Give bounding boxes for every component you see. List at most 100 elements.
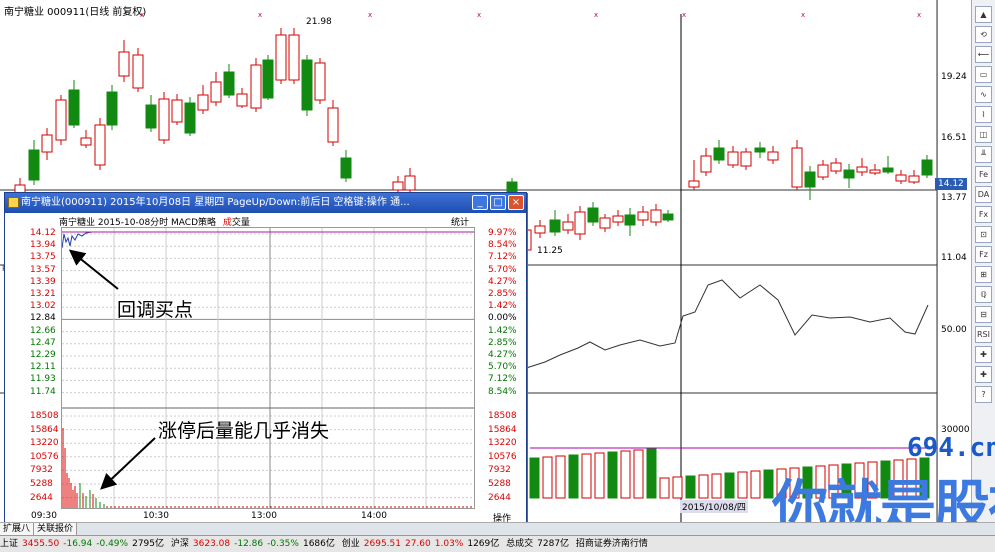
intraday-chart[interactable] bbox=[61, 227, 475, 509]
pct-tick-label: 8.54% bbox=[488, 386, 517, 397]
pct-tick-label: 5.70% bbox=[488, 264, 517, 275]
time-tick-label: 10:30 bbox=[143, 511, 169, 521]
candle-body bbox=[624, 214, 636, 226]
low-price-label: 11.25 bbox=[537, 246, 563, 256]
marker-x: x bbox=[594, 11, 598, 19]
candle-body bbox=[158, 98, 170, 141]
price-axis-label: 19.24 bbox=[941, 72, 967, 82]
high-price-label: 21.98 bbox=[306, 17, 332, 27]
volume-bar bbox=[529, 457, 540, 499]
candle-body bbox=[908, 175, 920, 183]
toolbar-button[interactable]: ✚ bbox=[975, 346, 992, 363]
toolbar-button[interactable]: ✚ bbox=[975, 366, 992, 383]
bottom-tab[interactable]: 关联报价 bbox=[34, 523, 78, 535]
intraday-popup[interactable]: 南宁糖业(000911) 2015年10月08日 星期四 PageUp/Down… bbox=[4, 192, 527, 524]
volume-bar bbox=[659, 477, 670, 499]
candle-body bbox=[250, 64, 262, 109]
hs-amount: 1686亿 bbox=[302, 539, 335, 549]
marker-x: x bbox=[368, 11, 372, 19]
pct-tick-label: 5.70% bbox=[488, 362, 517, 373]
toolbar-button[interactable]: Fz bbox=[975, 246, 992, 263]
volume-tick-label: 10576 bbox=[30, 451, 59, 462]
toolbar-button[interactable]: ⟲ bbox=[975, 26, 992, 43]
candle-body bbox=[184, 102, 196, 134]
toolbar-button[interactable]: ⊞ bbox=[975, 266, 992, 283]
toolbar-button[interactable]: Fe bbox=[975, 166, 992, 183]
candle-body bbox=[869, 169, 881, 174]
price-tick-label: 12.47 bbox=[30, 337, 56, 348]
toolbar-button[interactable]: ◫ bbox=[975, 126, 992, 143]
candle-body bbox=[55, 99, 67, 141]
candle-body bbox=[404, 175, 416, 191]
volume-bar bbox=[581, 453, 592, 499]
candle-body bbox=[830, 162, 842, 172]
volume-bar bbox=[750, 470, 761, 499]
price-tick-label: 14.12 bbox=[30, 228, 56, 238]
toolbar-button[interactable]: ⊡ bbox=[975, 226, 992, 243]
toolbar-button[interactable]: ℚ bbox=[975, 286, 992, 303]
minimize-button[interactable]: _ bbox=[472, 195, 488, 210]
time-tick-label: 13:00 bbox=[251, 511, 277, 521]
bottom-tab[interactable]: 扩展八 bbox=[0, 523, 35, 535]
toolbar-button[interactable]: ? bbox=[975, 386, 992, 403]
candle-body bbox=[41, 134, 53, 153]
toolbar-button[interactable]: DA bbox=[975, 186, 992, 203]
toolbar-button[interactable]: ⊟ bbox=[975, 306, 992, 323]
marker-x: x bbox=[477, 11, 481, 19]
pct-tick-label: 4.27% bbox=[488, 350, 517, 360]
close-button[interactable]: × bbox=[508, 195, 524, 210]
pullback-annotation: 回调买点 bbox=[117, 299, 194, 321]
volume-bar bbox=[594, 452, 605, 499]
intraday-svg bbox=[61, 228, 474, 508]
price-axis-label: 16.51 bbox=[941, 133, 967, 143]
candle-body bbox=[791, 147, 803, 188]
current-price-tag: 14.12 bbox=[935, 178, 967, 190]
volume-bar bbox=[685, 475, 696, 499]
marker-x: x bbox=[258, 11, 262, 19]
candle-body bbox=[132, 54, 144, 89]
candle-body bbox=[171, 99, 183, 123]
candle-body bbox=[145, 104, 157, 129]
toolbar-button[interactable]: ⟵ bbox=[975, 46, 992, 63]
price-tick-label: 12.11 bbox=[30, 362, 56, 373]
candle-body bbox=[713, 147, 725, 161]
toolbar-button[interactable]: ∿ bbox=[975, 86, 992, 103]
candle-body bbox=[262, 59, 274, 99]
candle-body bbox=[817, 164, 829, 178]
candle-body bbox=[314, 62, 326, 101]
volume-tick-label-right: 13220 bbox=[488, 438, 517, 449]
toolbar-button[interactable]: RSI bbox=[975, 326, 992, 343]
volume-bar bbox=[568, 454, 579, 499]
candle-body bbox=[767, 151, 779, 161]
toolbar-button[interactable]: ▭ bbox=[975, 66, 992, 83]
popup-header: 南宁糖业 2015-10-08分时 MACD策略 成交量 统计 bbox=[13, 215, 519, 228]
candle-body bbox=[275, 34, 287, 81]
volume-tick-label-right: 5288 bbox=[488, 479, 511, 489]
volume-bar bbox=[737, 471, 748, 499]
candle-body bbox=[340, 157, 352, 179]
candle-body bbox=[80, 137, 92, 146]
candle-body bbox=[700, 155, 712, 173]
volume-bar bbox=[646, 448, 657, 499]
candle-body bbox=[637, 211, 649, 221]
time-tick-label: 14:00 bbox=[361, 511, 387, 521]
volume-bar bbox=[698, 474, 709, 499]
price-tick-label: 11.93 bbox=[30, 374, 56, 385]
hs-change: -12.86 bbox=[234, 539, 264, 549]
toolbar-button[interactable]: ▲ bbox=[975, 6, 992, 23]
sh-change: -16.94 bbox=[63, 539, 93, 549]
toolbar-button[interactable]: Fx bbox=[975, 206, 992, 223]
candle-body bbox=[118, 51, 130, 77]
maximize-button[interactable]: □ bbox=[490, 195, 506, 210]
pct-tick-label: 8.54% bbox=[488, 240, 517, 251]
zs-amount: 7287亿 bbox=[537, 539, 570, 549]
volume-bar bbox=[607, 451, 618, 499]
price-tick-label: 13.02 bbox=[30, 301, 56, 312]
volume-tick-label-right: 7932 bbox=[488, 465, 511, 476]
volume-tick-label: 13220 bbox=[30, 438, 59, 449]
toolbar-button[interactable]: ⌇ bbox=[975, 106, 992, 123]
popup-titlebar[interactable]: 南宁糖业(000911) 2015年10月08日 星期四 PageUp/Down… bbox=[5, 193, 526, 213]
toolbar-button[interactable]: ╨ bbox=[975, 146, 992, 163]
hs-label: 沪深 bbox=[170, 539, 189, 549]
pct-tick-label: 7.12% bbox=[488, 252, 517, 263]
